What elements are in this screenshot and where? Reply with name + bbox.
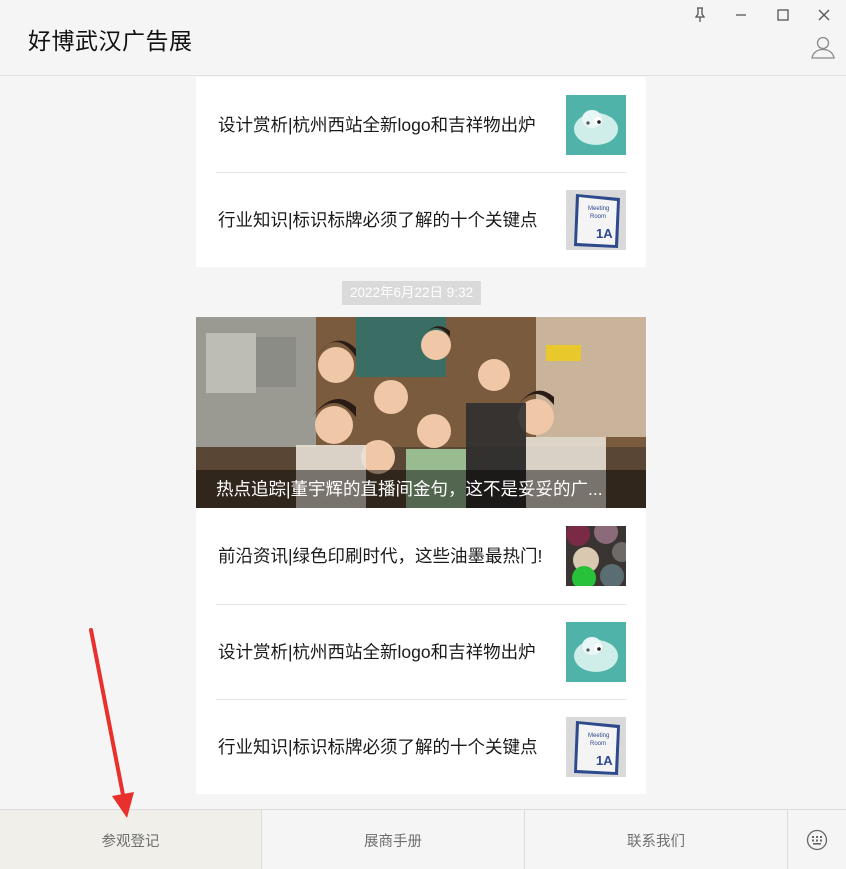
bottom-menu-bar: 参观登记 展商手册 联系我们: [0, 809, 846, 869]
title-bar: 好博武汉广告展: [0, 0, 846, 76]
page-title: 好博武汉广告展: [28, 28, 193, 54]
pin-icon[interactable]: [688, 4, 712, 26]
timestamp-badge: 2022年6月22日 9:32: [342, 281, 482, 305]
sign-word-1: Meeting: [588, 733, 609, 739]
meeting-room-sign-thumbnail: Meeting Room 1A: [566, 189, 626, 250]
sign-word-1: Meeting: [588, 206, 609, 212]
article-title: 前沿资讯|绿色印刷时代，这些油墨最热门!: [218, 546, 543, 566]
article-title: 设计赏析|杭州西站全新logo和吉祥物出炉: [218, 114, 536, 135]
sign-room-number: 1A: [596, 226, 613, 241]
mascot-thumbnail: [566, 621, 626, 682]
article-title: 设计赏析|杭州西站全新logo和吉祥物出炉: [218, 641, 536, 662]
minimize-icon[interactable]: [729, 4, 753, 26]
message-feed[interactable]: 设计赏析|杭州西站全新logo和吉祥物出炉 行业知识|标识标牌必须了解的十个关键…: [0, 77, 846, 809]
sign-word-2: Room: [590, 741, 606, 747]
article-title: 行业知识|标识标牌必须了解的十个关键点: [218, 209, 538, 230]
sign-room-number: 1A: [596, 753, 613, 768]
hero-article-title: 热点追踪|董宇辉的直播间金句，这不是妥妥的广...: [196, 470, 646, 508]
list-item[interactable]: 设计赏析|杭州西站全新logo和吉祥物出炉: [196, 604, 646, 699]
menu-contact-us[interactable]: 联系我们: [525, 810, 788, 869]
article-title: 行业知识|标识标牌必须了解的十个关键点: [218, 736, 538, 757]
maximize-icon[interactable]: [771, 4, 795, 26]
article-card: 热点追踪|董宇辉的直播间金句，这不是妥妥的广... 前沿资讯|绿色印刷时代，这些…: [196, 317, 646, 794]
keyboard-toggle-icon[interactable]: [788, 810, 846, 869]
meeting-room-sign-thumbnail: Meeting Room 1A: [566, 716, 626, 777]
ink-paint-thumbnail: [566, 526, 626, 586]
close-icon[interactable]: [812, 4, 836, 26]
list-item[interactable]: 行业知识|标识标牌必须了解的十个关键点 Meeting Room 1A: [196, 699, 646, 794]
profile-icon[interactable]: [810, 34, 836, 60]
menu-exhibitor-manual[interactable]: 展商手册: [262, 810, 525, 869]
mascot-thumbnail: [566, 94, 626, 155]
sign-word-2: Room: [590, 214, 606, 220]
article-card: 设计赏析|杭州西站全新logo和吉祥物出炉 行业知识|标识标牌必须了解的十个关键…: [196, 77, 646, 267]
list-item[interactable]: 行业知识|标识标牌必须了解的十个关键点 Meeting Room 1A: [196, 172, 646, 267]
list-item[interactable]: 设计赏析|杭州西站全新logo和吉祥物出炉: [196, 77, 646, 172]
list-item[interactable]: 前沿资讯|绿色印刷时代，这些油墨最热门!: [196, 508, 646, 604]
menu-visit-registration[interactable]: 参观登记: [0, 810, 262, 869]
hero-article[interactable]: 热点追踪|董宇辉的直播间金句，这不是妥妥的广...: [196, 317, 646, 508]
